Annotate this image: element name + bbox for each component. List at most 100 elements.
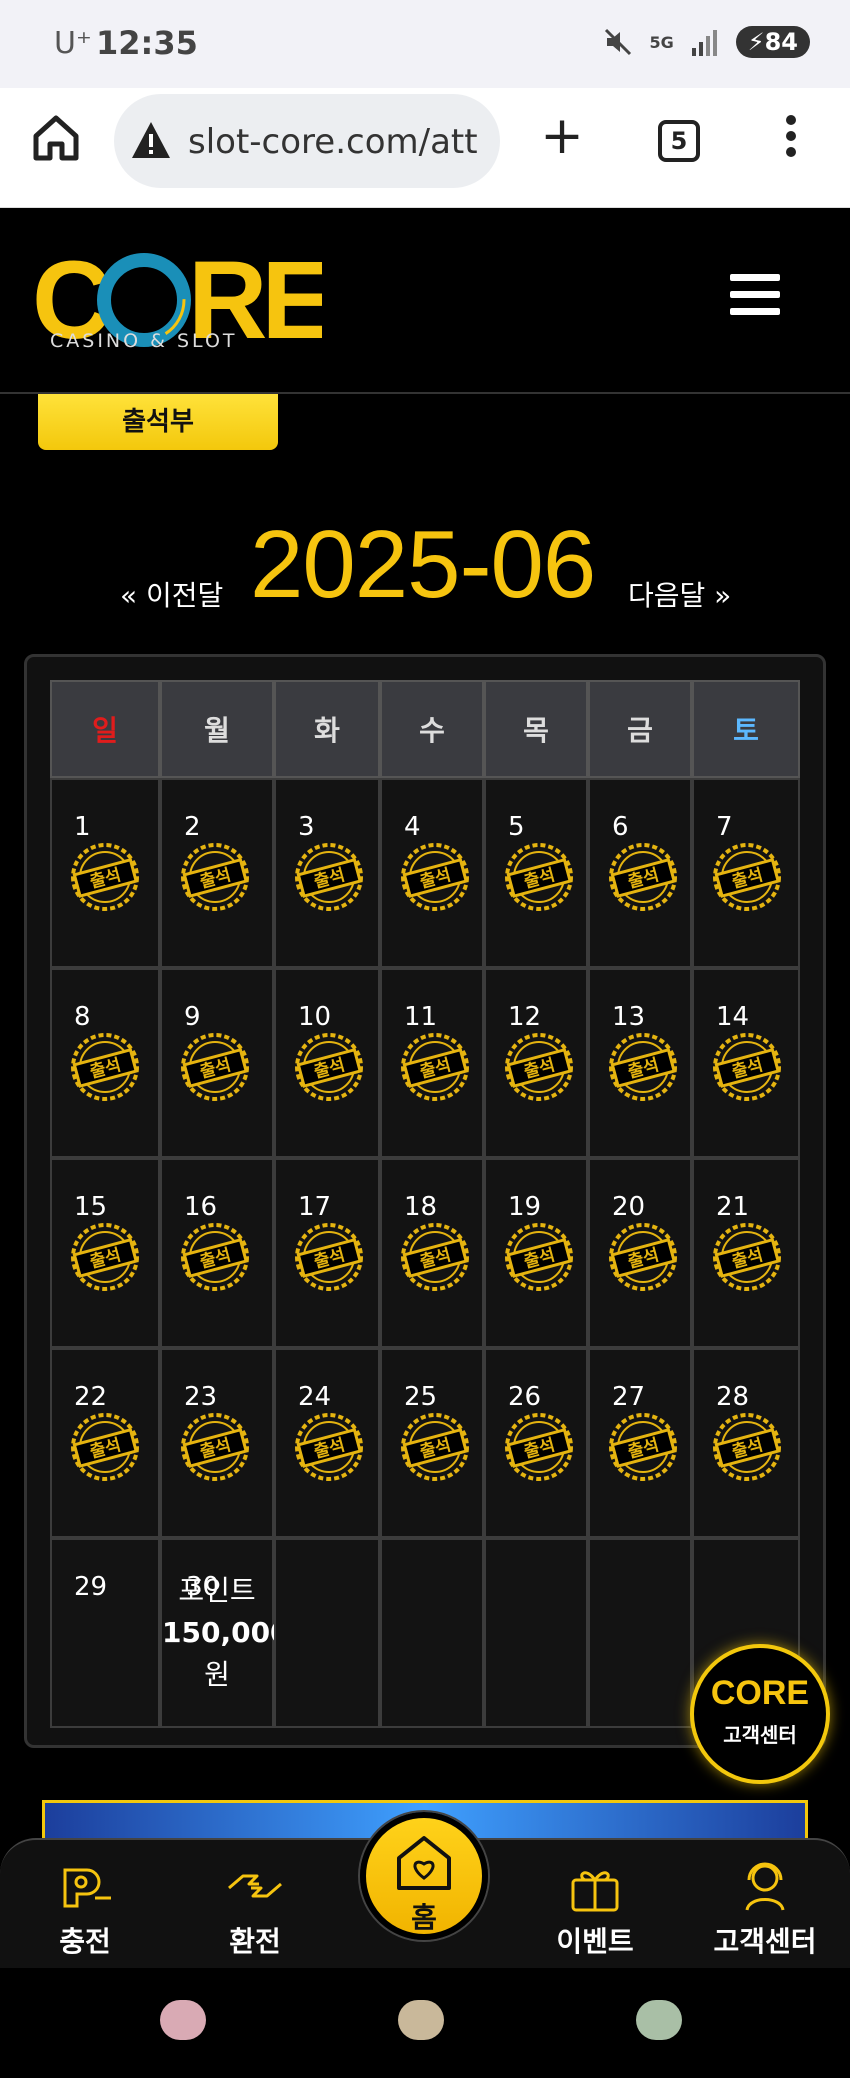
- hamburger-menu-icon[interactable]: [730, 274, 780, 318]
- attendance-stamp-icon: 출석: [713, 1223, 781, 1291]
- calendar-day-cell: 13 출석: [588, 968, 692, 1158]
- day-number: 29: [74, 1572, 108, 1602]
- calendar-day-cell: 25 출석: [380, 1348, 484, 1538]
- attendance-stamp-icon: 출석: [609, 843, 677, 911]
- calendar-day-cell: 5 출석: [484, 778, 588, 968]
- calendar-day-cell: 27 출석: [588, 1348, 692, 1538]
- nav-event[interactable]: 이벤트: [530, 1858, 660, 1960]
- battery-indicator: ⚡84: [735, 26, 810, 58]
- weekday-header-cell: 일: [50, 680, 160, 778]
- prev-month-link[interactable]: « 이전달: [120, 574, 223, 614]
- address-bar[interactable]: slot-core.com/att: [114, 94, 500, 188]
- attendance-stamp-icon: 출석: [71, 843, 139, 911]
- calendar-day-cell: 12 출석: [484, 968, 588, 1158]
- browser-toolbar: slot-core.com/att + 5: [0, 88, 850, 208]
- browser-home-icon[interactable]: [30, 112, 82, 164]
- nav-support[interactable]: 고객센터: [700, 1858, 830, 1960]
- month-navigation: « 이전달 2025-06 다음달 »: [0, 510, 850, 620]
- point-unit: 원: [204, 1658, 230, 1691]
- carrier-label: U⁺: [54, 26, 92, 61]
- weekday-header-cell: 목: [484, 680, 588, 778]
- back-icon[interactable]: [636, 2000, 682, 2040]
- attendance-stamp-icon: 출석: [401, 843, 469, 911]
- calendar-day-cell: 30 포인트 150,000 원: [160, 1538, 290, 1728]
- calendar-empty-cell: [274, 1538, 380, 1728]
- attendance-stamp-icon: 출석: [295, 1033, 363, 1101]
- point-label: 포인트: [178, 1574, 256, 1607]
- calendar-week-row: 22 출석 23 출석 24 출석 25 출석 26 출석 27 출석 28 출석: [50, 1348, 800, 1538]
- attendance-stamp-icon: 출석: [295, 1413, 363, 1481]
- status-bar: U⁺ 12:35 5G ⚡84: [0, 0, 850, 88]
- calendar-day-cell: 14 출석: [692, 968, 800, 1158]
- nav-home[interactable]: 홈: [360, 1812, 488, 1940]
- calendar-day-cell: 16 출석: [160, 1158, 274, 1348]
- weekday-header-cell: 토: [692, 680, 800, 778]
- status-icons: 5G ⚡84: [603, 26, 810, 58]
- attendance-stamp-icon: 출석: [71, 1413, 139, 1481]
- new-tab-button[interactable]: +: [540, 110, 584, 164]
- calendar-empty-cell: [484, 1538, 588, 1728]
- calendar-grid: 일월화수목금토 1 출석 2 출석 3 출석 4 출석 5 출석 6 출석 7 출석 8 출석 9 출석 10 출석 1…: [50, 680, 800, 1728]
- mute-icon: [605, 28, 632, 56]
- system-navigation: [0, 1968, 850, 2078]
- signal-icon: [691, 30, 717, 56]
- site-header: C RE CASINO & SLOT: [0, 208, 850, 394]
- attendance-stamp-icon: 출석: [181, 1033, 249, 1101]
- calendar-day-cell: 18 출석: [380, 1158, 484, 1348]
- attendance-stamp-icon: 출석: [713, 1413, 781, 1481]
- exchange-icon: [228, 1874, 282, 1898]
- cs-label: 고객센터: [723, 1723, 797, 1747]
- calendar-week-row: 15 출석 16 출석 17 출석 18 출석 19 출석 20 출석 21 출석: [50, 1158, 800, 1348]
- attendance-stamp-icon: 출석: [181, 1413, 249, 1481]
- attendance-stamp-icon: 출석: [181, 1223, 249, 1291]
- attendance-stamp-icon: 출석: [713, 843, 781, 911]
- calendar-day-cell: 29: [50, 1538, 160, 1728]
- nav-deposit[interactable]: 충전: [20, 1858, 150, 1960]
- next-month-link[interactable]: 다음달 »: [628, 574, 731, 614]
- attendance-stamp-icon: 출석: [295, 843, 363, 911]
- calendar-empty-cell: [588, 1538, 692, 1728]
- calendar-day-cell: 10 출석: [274, 968, 380, 1158]
- url-text: slot-core.com/att: [188, 122, 478, 162]
- attendance-stamp-icon: 출석: [401, 1033, 469, 1101]
- nav-event-label: 이벤트: [556, 1925, 634, 1958]
- gift-icon: [571, 1871, 619, 1912]
- calendar-day-cell: 1 출석: [50, 778, 160, 968]
- weekday-header: 일월화수목금토: [50, 680, 800, 778]
- weekday-header-cell: 화: [274, 680, 380, 778]
- attendance-stamp-icon: 출석: [71, 1033, 139, 1101]
- calendar-day-cell: 4 출석: [380, 778, 484, 968]
- floating-support-button[interactable]: CORE 고객센터: [690, 1644, 830, 1784]
- nav-exchange[interactable]: 환전: [190, 1858, 320, 1960]
- attendance-stamp-icon: 출석: [181, 843, 249, 911]
- calendar-week-row: 1 출석 2 출석 3 출석 4 출석 5 출석 6 출석 7 출석: [50, 778, 800, 968]
- calendar-day-cell: 15 출석: [50, 1158, 160, 1348]
- tab-switcher-button[interactable]: 5: [658, 120, 700, 162]
- weekday-header-cell: 월: [160, 680, 274, 778]
- clock: 12:35: [96, 24, 198, 62]
- home-heart-icon: [397, 1836, 451, 1890]
- calendar-day-cell: 28 출석: [692, 1348, 800, 1538]
- point-reward: 포인트 150,000 원: [162, 1570, 290, 1696]
- nav-support-label: 고객센터: [713, 1925, 817, 1958]
- calendar-day-cell: 11 출석: [380, 968, 484, 1158]
- nav-home-label: 홈: [411, 1901, 437, 1934]
- calendar-week-row: 29 30 포인트 150,000 원: [50, 1538, 800, 1728]
- calendar-empty-cell: [380, 1538, 484, 1728]
- calendar-day-cell: 22 출석: [50, 1348, 160, 1538]
- attendance-stamp-icon: 출석: [505, 1033, 573, 1101]
- calendar-day-cell: 23 출석: [160, 1348, 274, 1538]
- calendar-day-cell: 24 출석: [274, 1348, 380, 1538]
- attendance-stamp-icon: 출석: [71, 1223, 139, 1291]
- calendar-day-cell: 3 출석: [274, 778, 380, 968]
- calendar-day-cell: 6 출석: [588, 778, 692, 968]
- recents-icon[interactable]: [160, 2000, 206, 2040]
- system-home-icon[interactable]: [398, 2000, 444, 2040]
- page-title-tab[interactable]: 출석부: [38, 394, 278, 450]
- attendance-stamp-icon: 출석: [505, 843, 573, 911]
- attendance-stamp-icon: 출석: [713, 1033, 781, 1101]
- attendance-stamp-icon: 출석: [609, 1033, 677, 1101]
- point-amount: 150,000: [162, 1616, 290, 1649]
- attendance-stamp-icon: 출석: [609, 1223, 677, 1291]
- browser-menu-icon[interactable]: [776, 112, 806, 168]
